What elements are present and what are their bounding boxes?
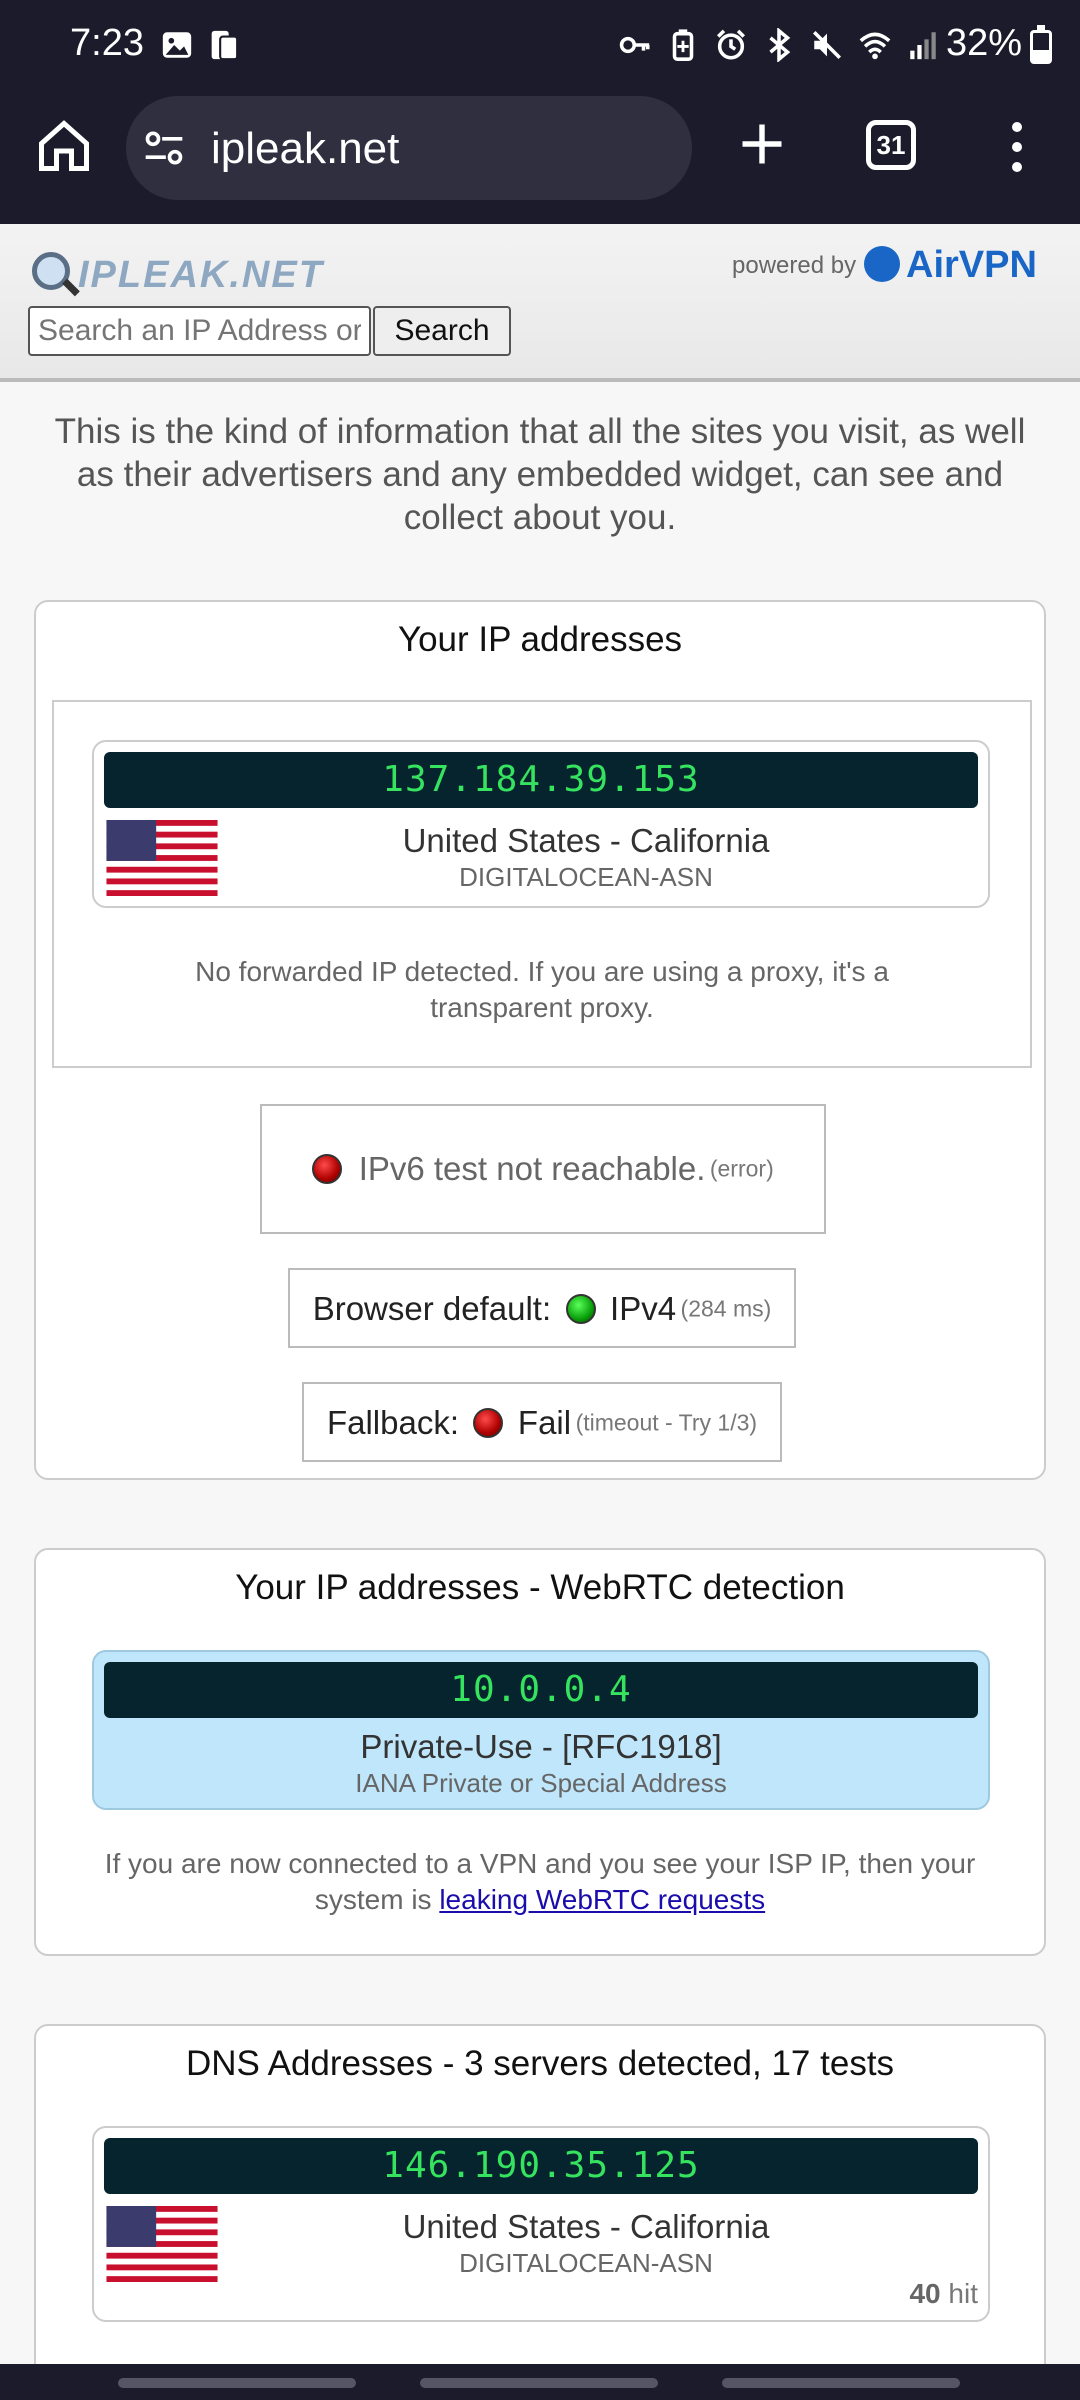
ipv6-detail: (error) <box>709 1155 774 1182</box>
card-title: Your IP addresses - WebRTC detection <box>235 1568 845 1607</box>
webrtc-leak-link[interactable]: leaking WebRTC requests <box>439 1884 765 1915</box>
airvpn-link[interactable]: AirVPN <box>906 244 1037 287</box>
ip-addresses-card: Your IP addresses 137.184.39.153 United … <box>34 600 1046 1480</box>
ip-search-input[interactable] <box>28 306 371 356</box>
dns-hits: 40 hit <box>909 2278 978 2309</box>
dns-card: DNS Addresses - 3 servers detected, 17 t… <box>34 2024 1046 2364</box>
red-status-icon <box>312 1154 343 1184</box>
more-menu-icon[interactable] <box>1000 118 1034 178</box>
status-left-icons <box>160 28 240 62</box>
ip-location: United States - California <box>402 822 770 859</box>
system-nav-bar <box>0 2364 1080 2400</box>
battery-saver-icon <box>672 29 694 61</box>
bluetooth-icon <box>769 28 791 62</box>
battery-icon <box>1030 25 1052 64</box>
forward-note: No forwarded IP detected. If you are usi… <box>195 956 889 1023</box>
web-page: IPLEAK.NET powered by AirVPN Search This… <box>0 224 1080 2364</box>
logo-text: IPLEAK.NET <box>78 254 324 296</box>
site-header: IPLEAK.NET powered by AirVPN Search <box>0 224 1080 382</box>
webrtc-ip-sub: IANA Private or Special Address <box>355 1768 727 1798</box>
green-status-icon <box>565 1294 596 1324</box>
dns-location: United States - California <box>402 2208 770 2245</box>
ipv6-label: IPv6 test not reachable. <box>358 1150 706 1187</box>
battery-percent: 32% <box>945 22 1022 64</box>
browser-default-label: Browser default: <box>312 1290 552 1327</box>
card-title: Your IP addresses <box>397 620 683 659</box>
ip-address-display: 137.184.39.153 <box>104 752 978 808</box>
fallback-box: Fallback: Fail (timeout - Try 1/3) <box>302 1382 782 1462</box>
dns-ip-panel: 146.190.35.125 United States - Californi… <box>92 2126 990 2322</box>
wifi-icon <box>859 32 891 60</box>
fallback-value: Fail <box>517 1404 572 1441</box>
search-button[interactable]: Search <box>373 306 511 356</box>
url-text[interactable]: ipleak.net <box>211 124 399 174</box>
webrtc-note: If you are now connected to a VPN and yo… <box>104 1848 976 1915</box>
card-title: DNS Addresses - 3 servers detected, 17 t… <box>185 2044 895 2083</box>
nav-recents-handle[interactable] <box>722 2378 960 2388</box>
browser-toolbar: ipleak.net 31 <box>0 96 1080 224</box>
ip-panel: 137.184.39.153 United States - Californi… <box>92 740 990 908</box>
fallback-label: Fallback: <box>326 1404 460 1441</box>
webrtc-ip-display: 10.0.0.4 <box>104 1662 978 1718</box>
new-tab-icon[interactable] <box>736 118 788 170</box>
status-right-icons <box>618 28 940 62</box>
dns-isp: DIGITALOCEAN-ASN <box>459 2248 713 2278</box>
signal-icon <box>910 32 936 60</box>
dual-sim-icon <box>211 30 239 61</box>
browser-default-box: Browser default: IPv4 (284 ms) <box>288 1268 796 1348</box>
image-icon <box>162 32 192 58</box>
ip-detail-box: 137.184.39.153 United States - Californi… <box>52 700 1032 1068</box>
red-status-icon <box>473 1408 504 1438</box>
intro-text: This is the kind of information that all… <box>54 412 1026 537</box>
site-settings-icon[interactable] <box>142 126 186 170</box>
powered-by-label: powered by <box>732 252 857 279</box>
address-bar[interactable]: ipleak.net <box>126 96 692 200</box>
browser-default-value: IPv4 <box>610 1290 677 1327</box>
alarm-icon <box>716 29 746 60</box>
airvpn-cloud-icon <box>864 246 900 282</box>
tab-switcher-button[interactable]: 31 <box>866 120 916 170</box>
webrtc-ip-label: Private-Use - [RFC1918] <box>360 1728 722 1765</box>
ipv6-status-box: IPv6 test not reachable. (error) <box>260 1104 826 1234</box>
status-bar: 7:23 32% <box>0 0 1080 96</box>
status-time: 7:23 <box>70 22 144 64</box>
mute-icon <box>812 30 842 60</box>
nav-home-handle[interactable] <box>420 2378 658 2388</box>
browser-default-detail: (284 ms) <box>680 1295 772 1322</box>
webrtc-ip-panel: 10.0.0.4 Private-Use - [RFC1918] IANA Pr… <box>92 1650 990 1810</box>
ip-isp: DIGITALOCEAN-ASN <box>459 862 713 892</box>
fallback-detail: (timeout - Try 1/3) <box>575 1409 758 1436</box>
key-icon <box>619 36 650 54</box>
ipleak-logo[interactable]: IPLEAK.NET <box>28 250 328 297</box>
home-icon[interactable] <box>34 116 94 176</box>
nav-back-handle[interactable] <box>118 2378 356 2388</box>
webrtc-card: Your IP addresses - WebRTC detection 10.… <box>34 1548 1046 1956</box>
dns-ip-display: 146.190.35.125 <box>104 2138 978 2194</box>
